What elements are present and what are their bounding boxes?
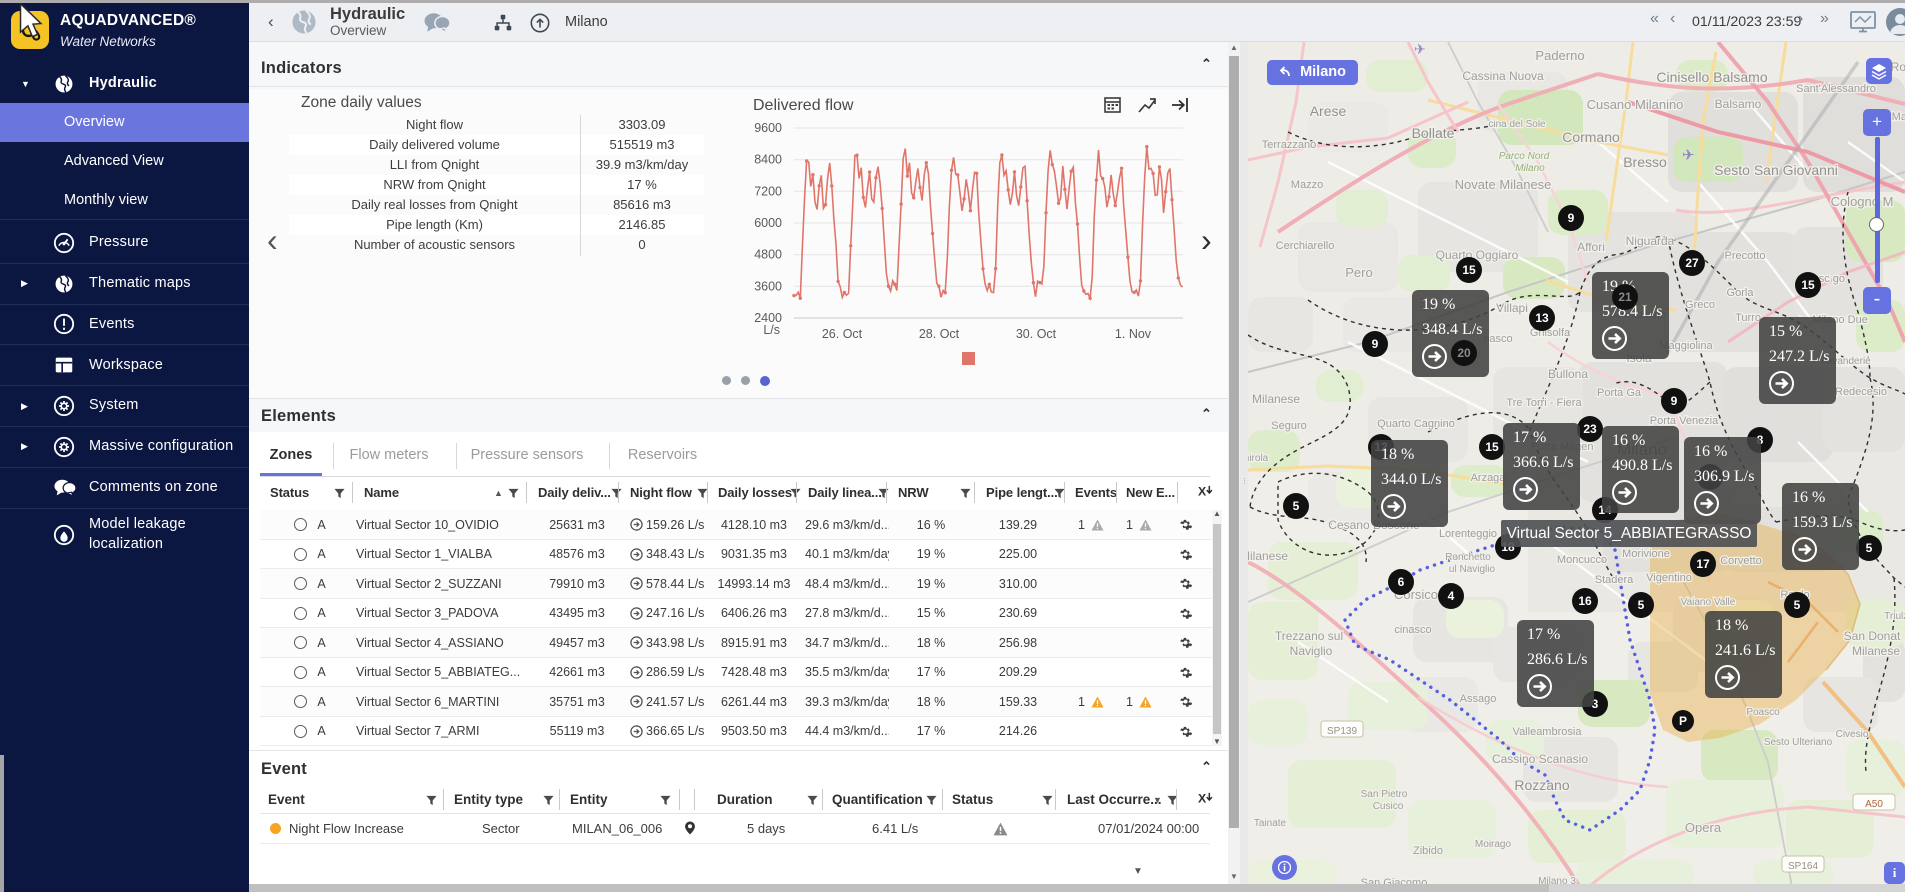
svg-text:Civesio: Civesio [1836, 729, 1869, 740]
svg-text:cinasco: cinasco [1394, 624, 1431, 636]
svg-text:Arese: Arese [1310, 103, 1347, 119]
svg-text:San Pietro: San Pietro [1361, 789, 1408, 800]
svg-text:Cusico: Cusico [1373, 801, 1404, 812]
svg-text:Triulzo: Triulzo [1884, 611, 1905, 622]
svg-text:Cassina Nuova: Cassina Nuova [1462, 69, 1544, 83]
svg-text:1. Nov: 1. Nov [1115, 327, 1152, 341]
svg-text:Lorenteggio: Lorenteggio [1439, 528, 1497, 540]
svg-text:4800: 4800 [754, 248, 782, 262]
svg-text:Mazzo: Mazzo [1291, 179, 1323, 191]
svg-text:Poasco: Poasco [1746, 707, 1780, 718]
svg-text:9600: 9600 [754, 121, 782, 135]
svg-text:Seguro: Seguro [1271, 420, 1306, 432]
svg-text:30. Oct: 30. Oct [1016, 327, 1057, 341]
svg-text:Precotto: Precotto [1725, 250, 1766, 262]
svg-text:Redecesio: Redecesio [1835, 386, 1887, 398]
svg-text:hirola: hirola [1248, 453, 1269, 464]
svg-text:L/s: L/s [763, 323, 780, 337]
svg-text:Corvetto: Corvetto [1720, 555, 1762, 567]
svg-text:✈: ✈ [1414, 42, 1426, 57]
svg-text:✈: ✈ [1682, 147, 1695, 164]
svg-text:28. Oct: 28. Oct [919, 327, 960, 341]
svg-text:Gorla: Gorla [1727, 287, 1755, 299]
svg-text:Cassino Scanasio: Cassino Scanasio [1492, 752, 1588, 766]
svg-text:Vaiano Valle: Vaiano Valle [1681, 597, 1736, 608]
svg-text:Terrazzano: Terrazzano [1262, 139, 1316, 151]
svg-text:Milanese: Milanese [1252, 392, 1300, 406]
svg-text:X: X [1198, 791, 1207, 805]
svg-text:Milano: Milano [1515, 163, 1545, 174]
svg-text:Quarto Cagnino: Quarto Cagnino [1377, 418, 1455, 430]
svg-text:A50: A50 [1865, 799, 1883, 810]
svg-text:Opera: Opera [1685, 820, 1722, 835]
svg-text:Sesto San Giovanni: Sesto San Giovanni [1714, 162, 1838, 178]
svg-text:Greco: Greco [1685, 299, 1715, 311]
svg-text:SP164: SP164 [1788, 861, 1818, 872]
svg-text:Moirago: Moirago [1475, 839, 1512, 850]
svg-text:Sant'Alessandro: Sant'Alessandro [1796, 83, 1876, 95]
svg-text:Rozzano: Rozzano [1514, 777, 1569, 793]
svg-text:Ronchetto: Ronchetto [1445, 552, 1491, 563]
svg-text:Cusano Milanino: Cusano Milanino [1587, 97, 1684, 112]
svg-text:Trezzano sul: Trezzano sul [1275, 629, 1343, 643]
svg-text:San Donat: San Donat [1844, 629, 1901, 643]
svg-text:Villapi: Villapi [1496, 301, 1528, 315]
svg-text:3600: 3600 [754, 279, 782, 293]
svg-text:6000: 6000 [754, 216, 782, 230]
svg-text:Niguarda: Niguarda [1626, 234, 1675, 248]
svg-text:Assago: Assago [1460, 693, 1497, 705]
svg-text:Valleambrosia: Valleambrosia [1513, 726, 1583, 738]
svg-text:Cerchiarello: Cerchiarello [1276, 240, 1335, 252]
svg-text:cina del Sole: cina del Sole [1488, 119, 1546, 130]
svg-text:Paderno: Paderno [1535, 48, 1584, 63]
svg-text:Sesto Ulteriano: Sesto Ulteriano [1764, 737, 1833, 748]
svg-text:ul Naviglio: ul Naviglio [1449, 564, 1496, 575]
svg-text:Cormano: Cormano [1562, 129, 1620, 145]
svg-text:Cologno M: Cologno M [1831, 194, 1894, 209]
svg-text:Affori: Affori [1577, 240, 1605, 254]
svg-text:Vigentino: Vigentino [1646, 572, 1692, 584]
svg-text:Stadera: Stadera [1595, 574, 1634, 586]
svg-text:Milanese: Milanese [1852, 644, 1900, 658]
svg-text:Naviglio: Naviglio [1290, 644, 1333, 658]
svg-text:Novate Milanese: Novate Milanese [1455, 177, 1552, 192]
svg-text:Tainate: Tainate [1254, 818, 1287, 829]
svg-text:Zibido: Zibido [1413, 845, 1443, 857]
svg-text:Parco Nord: Parco Nord [1499, 151, 1550, 162]
svg-text:Milanese: Milanese [1248, 549, 1288, 563]
svg-text:Pero: Pero [1345, 265, 1372, 280]
svg-text:26. Oct: 26. Oct [822, 327, 863, 341]
svg-text:8400: 8400 [754, 153, 782, 167]
svg-text:Arzaga: Arzaga [1471, 472, 1507, 484]
svg-text:Tre Torri - Fiera: Tre Torri - Fiera [1506, 397, 1582, 409]
svg-text:Bollate: Bollate [1412, 125, 1455, 141]
svg-text:Balsamo: Balsamo [1715, 97, 1762, 111]
svg-text:Bullona: Bullona [1548, 367, 1588, 381]
svg-text:Turro: Turro [1735, 312, 1761, 324]
svg-text:X: X [1198, 484, 1207, 498]
svg-text:Moncucco: Moncucco [1557, 554, 1607, 566]
svg-text:Bresso: Bresso [1623, 154, 1667, 170]
svg-text:Cinisello Balsamo: Cinisello Balsamo [1656, 69, 1767, 85]
svg-text:Porta Ga: Porta Ga [1597, 387, 1642, 399]
svg-text:7200: 7200 [754, 184, 782, 198]
svg-text:Morivione: Morivione [1622, 548, 1670, 560]
svg-text:SP139: SP139 [1327, 726, 1357, 737]
